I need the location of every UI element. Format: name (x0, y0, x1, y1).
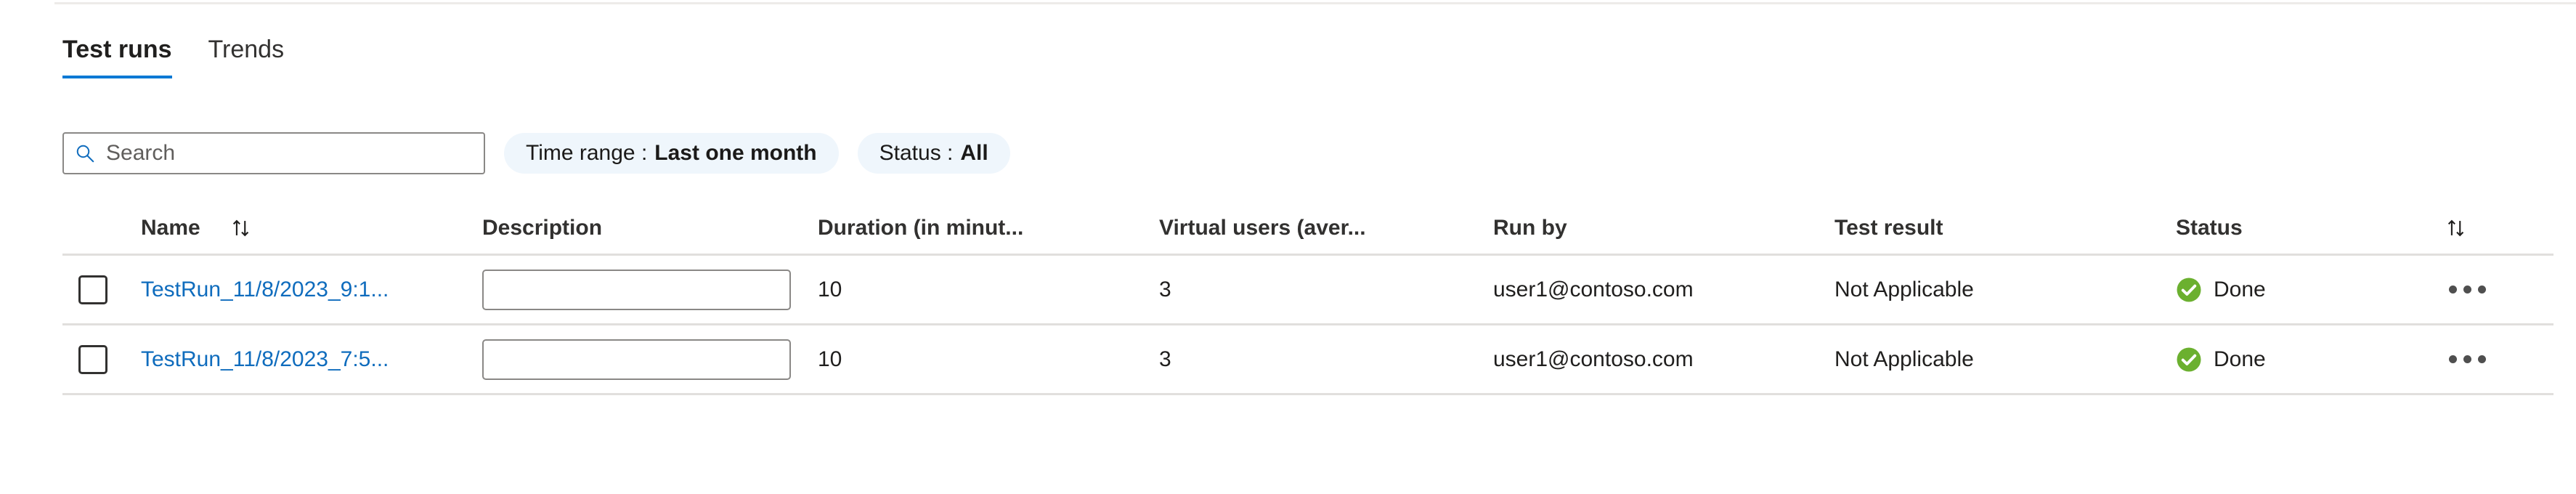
row-virtual-users-cell: 3 (1159, 255, 1493, 325)
run-by-value: user1@contoso.com (1493, 347, 1694, 371)
description-input[interactable] (482, 339, 791, 380)
filter-pill-status-label: Status : (879, 141, 954, 165)
sort-ascending-descending-icon[interactable] (2445, 216, 2469, 240)
column-header-duration-label: Duration (in minut... (818, 215, 1024, 240)
column-header-virtual-users-label: Virtual users (aver... (1159, 215, 1366, 240)
more-options-icon[interactable] (2445, 278, 2490, 301)
test-run-link[interactable]: TestRun_11/8/2023_7:5... (141, 347, 389, 372)
test-runs-page: Test runs Trends Search Time range : Las… (0, 0, 2576, 494)
more-options-icon[interactable] (2445, 348, 2490, 370)
filter-pill-time-range-label: Time range : (526, 141, 648, 165)
search-placeholder: Search (106, 141, 176, 165)
row-test-result-cell: Not Applicable (1835, 325, 2176, 394)
check-circle-icon (2177, 347, 2201, 371)
column-header-run-by[interactable]: Run by (1493, 216, 1835, 240)
column-header-status-label: Status (2176, 215, 2243, 240)
row-virtual-users-cell: 3 (1159, 325, 1493, 394)
column-header-test-result[interactable]: Test result (1835, 216, 2176, 240)
top-divider (54, 2, 2576, 4)
duration-value: 10 (818, 347, 842, 371)
tab-trends[interactable]: Trends (208, 35, 302, 78)
more-dot (2463, 355, 2471, 363)
more-dot (2478, 286, 2486, 293)
more-dot (2449, 355, 2457, 363)
row-test-result-cell: Not Applicable (1835, 255, 2176, 325)
filter-pill-status[interactable]: Status : All (857, 133, 1010, 174)
row-run-by-cell: user1@contoso.com (1493, 255, 1835, 325)
test-runs-table: Name Description Duration (in minut... V… (62, 202, 2553, 395)
duration-value: 10 (818, 277, 842, 301)
test-result-value: Not Applicable (1835, 277, 1974, 301)
filter-pill-time-range[interactable]: Time range : Last one month (504, 133, 839, 174)
row-description-cell (482, 339, 818, 380)
tab-test-runs[interactable]: Test runs (62, 35, 190, 78)
column-header-test-result-label: Test result (1835, 215, 1943, 240)
table-row[interactable]: TestRun_11/8/2023_9:1... 10 3 user1@cont… (62, 256, 2553, 325)
table-header-row: Name Description Duration (in minut... V… (62, 202, 2553, 256)
more-dot (2463, 286, 2471, 293)
test-result-value: Not Applicable (1835, 347, 1974, 371)
status-label: Done (2214, 277, 2266, 301)
status-badge: Done (2176, 347, 2266, 373)
filter-bar: Search Time range : Last one month Statu… (62, 132, 1010, 174)
row-duration-cell: 10 (818, 255, 1159, 325)
row-checkbox[interactable] (78, 275, 107, 304)
check-circle-icon (2177, 278, 2201, 301)
column-header-description[interactable]: Description (482, 216, 818, 240)
row-select-cell (62, 344, 141, 374)
row-actions-cell (2445, 278, 2553, 301)
more-dot (2449, 286, 2457, 293)
column-header-description-label: Description (482, 215, 603, 240)
virtual-users-value: 3 (1159, 277, 1171, 301)
virtual-users-value: 3 (1159, 347, 1171, 371)
column-header-name-label: Name (141, 215, 200, 240)
column-header-run-by-label: Run by (1493, 215, 1567, 240)
filter-pill-status-value: All (960, 141, 988, 165)
tab-trends-label: Trends (208, 36, 285, 63)
row-run-by-cell: user1@contoso.com (1493, 325, 1835, 394)
column-header-virtual-users[interactable]: Virtual users (aver... (1159, 216, 1493, 240)
sort-ascending-descending-icon[interactable] (229, 216, 254, 240)
tab-test-runs-label: Test runs (62, 36, 172, 63)
column-header-actions[interactable] (2445, 216, 2553, 240)
row-select-cell (62, 275, 141, 304)
table-row[interactable]: TestRun_11/8/2023_7:5... 10 3 user1@cont… (62, 325, 2553, 395)
column-header-name[interactable]: Name (141, 216, 482, 240)
run-by-value: user1@contoso.com (1493, 277, 1694, 301)
row-status-cell: Done (2176, 347, 2445, 373)
tab-active-underline (62, 76, 172, 78)
column-header-status[interactable]: Status (2176, 216, 2445, 240)
filter-pill-time-range-value: Last one month (654, 141, 817, 165)
row-checkbox[interactable] (78, 344, 107, 374)
search-icon (76, 145, 94, 163)
row-name-cell: TestRun_11/8/2023_9:1... (141, 278, 482, 302)
description-input[interactable] (482, 269, 791, 310)
search-input[interactable]: Search (62, 132, 485, 174)
status-badge: Done (2176, 277, 2266, 303)
tab-bar: Test runs Trends (62, 35, 320, 78)
row-name-cell: TestRun_11/8/2023_7:5... (141, 347, 482, 372)
status-label: Done (2214, 347, 2266, 371)
column-header-duration[interactable]: Duration (in minut... (818, 216, 1159, 240)
row-status-cell: Done (2176, 277, 2445, 303)
more-dot (2478, 355, 2486, 363)
row-duration-cell: 10 (818, 325, 1159, 394)
row-actions-cell (2445, 348, 2553, 370)
row-description-cell (482, 269, 818, 310)
test-run-link[interactable]: TestRun_11/8/2023_9:1... (141, 278, 389, 302)
